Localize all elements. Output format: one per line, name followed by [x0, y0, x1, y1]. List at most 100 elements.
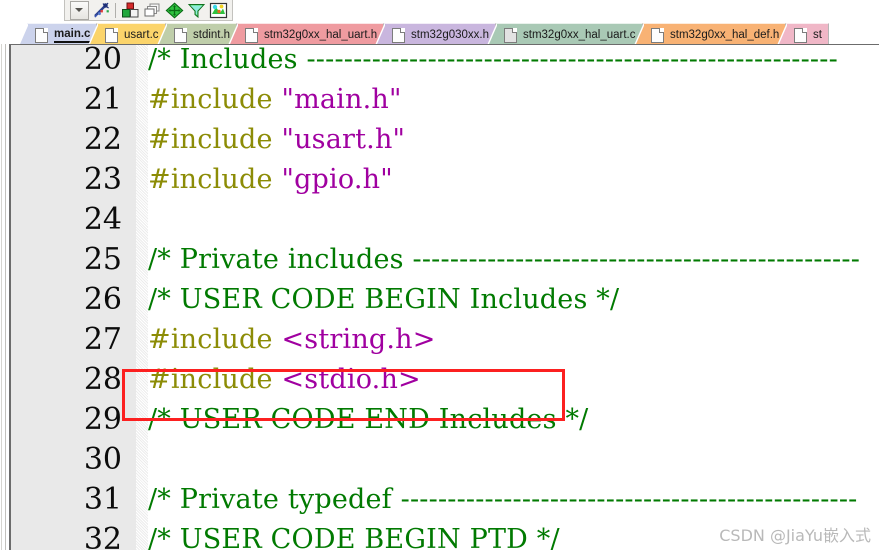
tab-slant-edge [633, 23, 645, 46]
magic-wand-icon [94, 2, 109, 18]
funnel-button[interactable] [185, 1, 207, 20]
line-number: 22 [83, 122, 122, 157]
file-document-icon [35, 27, 48, 43]
code-line-text: /* Includes ----------------------------… [148, 44, 838, 80]
green-diamond-button[interactable] [163, 1, 185, 20]
line-number: 29 [83, 402, 122, 437]
line-number: 27 [83, 322, 122, 357]
color-blocks-button[interactable] [119, 1, 141, 20]
code-token-str: "main.h" [281, 84, 402, 115]
file-document-icon [504, 27, 517, 43]
code-line[interactable]: 24 [11, 200, 879, 240]
code-line[interactable]: 20 /* Includes --------------------------… [11, 44, 879, 80]
editor-panel: 20 /* Includes --------------------------… [0, 44, 879, 550]
code-line[interactable]: 26 /* USER CODE BEGIN Includes */ [11, 280, 879, 320]
file-document-icon [651, 27, 664, 43]
code-token-pre: #include [148, 124, 282, 155]
editor-tab-stm32g0xx-hal-uart-h[interactable]: stm32g0xx_hal_uart.h [227, 23, 384, 46]
code-line-text: /* USER CODE END Includes */ [148, 400, 588, 440]
code-line-text: /* Private includes --------------------… [148, 240, 860, 280]
map-fill-icon [209, 2, 227, 18]
editor-tab-label: stm32g030xx.h [411, 29, 489, 41]
editor-tab-stm32g0xx-hal-uart-c[interactable]: stm32g0xx_hal_uart.c [486, 23, 643, 46]
toolbar [0, 0, 879, 21]
editor-tab-label: main.c [54, 28, 91, 43]
toolbar-dropdown-button[interactable] [68, 0, 90, 20]
line-number: 26 [83, 282, 122, 317]
code-line[interactable]: 29 /* USER CODE END Includes */ [11, 400, 879, 440]
line-number: 30 [83, 442, 122, 477]
code-token-str: "gpio.h" [281, 164, 393, 195]
code-line-text: #include <string.h> [148, 320, 436, 360]
editor-tab-label: usart.c [124, 29, 159, 41]
editor-tab-st[interactable]: st [776, 23, 829, 46]
tab-slant-edge [156, 23, 168, 46]
toolbar-button-group [64, 0, 233, 21]
code-token-comment: /* Private includes --------------------… [148, 244, 861, 275]
file-document-icon [245, 27, 258, 43]
funnel-icon [187, 3, 205, 18]
code-token-comment: /* Includes ----------------------------… [148, 44, 838, 75]
file-document-icon [794, 27, 807, 43]
file-document-icon [105, 27, 118, 43]
map-fill-button[interactable] [207, 1, 229, 20]
code-line[interactable]: 21 #include "main.h" [11, 80, 879, 120]
code-token-str: <stdio.h> [281, 364, 421, 395]
code-line[interactable]: 31 /* Private typedef -------------------… [11, 480, 879, 520]
editor-tab-label: st [813, 29, 822, 41]
chevron-down-icon[interactable] [69, 0, 89, 20]
editor-tab-stm32g030xx-h[interactable]: stm32g030xx.h [374, 23, 496, 46]
editor-tab-bar[interactable]: main.c usart.c stdint.h stm32g0xx_hal_uart.… [0, 21, 879, 46]
file-document-icon [174, 27, 187, 43]
line-number: 20 [83, 44, 122, 77]
code-token-str: <string.h> [281, 324, 436, 355]
rail-divider-1 [1, 44, 2, 550]
magic-wand-button[interactable] [90, 1, 112, 20]
editor-frame: 20 /* Includes --------------------------… [9, 44, 879, 550]
editor-tab-label: stdint.h [193, 29, 231, 41]
copy-stack-icon [144, 3, 159, 16]
tab-slant-edge [374, 23, 386, 46]
code-line[interactable]: 23 #include "gpio.h" [11, 160, 879, 200]
green-diamond-icon [165, 1, 183, 19]
code-token-str: "usart.h" [281, 124, 406, 155]
code-line[interactable]: 28 #include <stdio.h> [11, 360, 879, 400]
code-line-text: /* USER CODE BEGIN Includes */ [148, 280, 619, 320]
editor-tab-stdint-h[interactable]: stdint.h [156, 23, 237, 46]
code-token-pre: #include [148, 164, 282, 195]
code-line[interactable]: 22 #include "usart.h" [11, 120, 879, 160]
code-token-pre: #include [148, 84, 282, 115]
toolbar-separator [115, 2, 116, 18]
code-token-pre: #include [148, 364, 282, 395]
line-number: 31 [83, 482, 122, 517]
code-line-text: #include "main.h" [148, 80, 402, 120]
code-area[interactable]: 20 /* Includes --------------------------… [11, 45, 879, 550]
line-number: 24 [83, 202, 122, 237]
code-line[interactable]: 27 #include <string.h> [11, 320, 879, 360]
copy-stack-button[interactable] [141, 1, 163, 20]
code-line[interactable]: 25 /* Private includes ------------------… [11, 240, 879, 280]
editor-tab-label: stm32g0xx_hal_def.h [670, 29, 780, 41]
caret-glyph [75, 8, 83, 12]
tab-slant-edge [227, 23, 239, 46]
code-line-text: /* USER CODE BEGIN PTD */ [148, 520, 560, 550]
code-line-text: #include <stdio.h> [148, 360, 421, 400]
editor-tab-usart-c[interactable]: usart.c [87, 23, 166, 46]
tab-slant-edge [87, 23, 99, 46]
code-line-text: #include "gpio.h" [148, 160, 393, 200]
editor-tab-main-c[interactable]: main.c [17, 23, 97, 46]
editor-tab-stm32g0xx-hal-def-h[interactable]: stm32g0xx_hal_def.h [633, 23, 786, 46]
code-token-comment: /* USER CODE BEGIN PTD */ [148, 524, 560, 550]
line-number: 21 [83, 82, 122, 117]
code-token-comment: /* USER CODE BEGIN Includes */ [148, 284, 620, 315]
tab-slant-edge [776, 23, 788, 46]
line-number: 25 [83, 242, 122, 277]
tab-slant-edge [17, 23, 29, 46]
csdn-watermark: CSDN @JiaYu嵌入式 [719, 526, 871, 545]
color-blocks-icon [121, 2, 138, 17]
code-line[interactable]: 30 [11, 440, 879, 480]
editor-tab-label: stm32g0xx_hal_uart.h [264, 29, 378, 41]
code-line-text: /* Private typedef ---------------------… [148, 480, 857, 520]
line-number: 23 [83, 162, 122, 197]
line-number: 32 [83, 522, 122, 550]
